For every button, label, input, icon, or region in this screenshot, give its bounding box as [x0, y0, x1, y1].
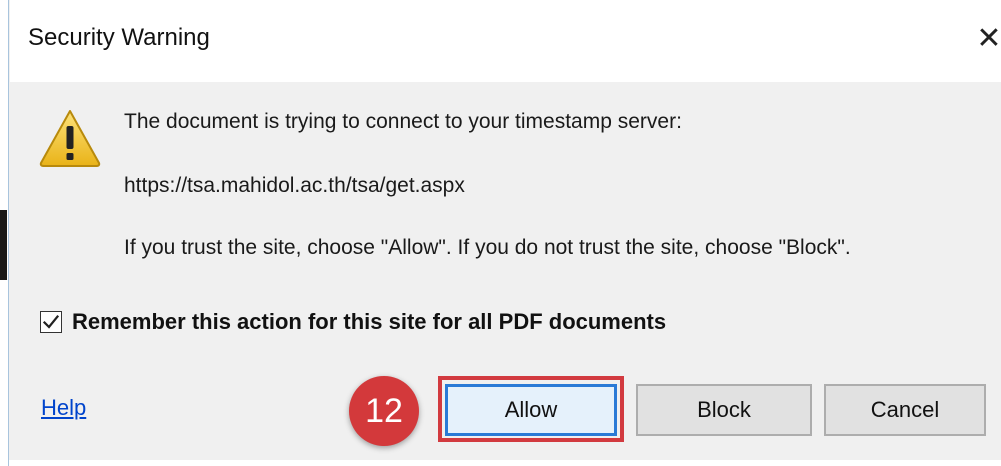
- allow-button[interactable]: Allow: [445, 384, 617, 436]
- dialog-titlebar: Security Warning ✕: [10, 0, 1001, 82]
- remember-checkbox[interactable]: [40, 311, 62, 333]
- background-window-mark: [0, 210, 7, 280]
- message-line: The document is trying to connect to you…: [124, 110, 682, 133]
- server-url: https://tsa.mahidol.ac.th/tsa/get.aspx: [124, 174, 465, 197]
- warning-triangle-icon: [39, 110, 101, 167]
- step-number-badge: 12: [349, 376, 419, 446]
- remember-label: Remember this action for this site for a…: [72, 309, 667, 334]
- block-button[interactable]: Block: [636, 384, 812, 436]
- trust-instructions: If you trust the site, choose "Allow". I…: [124, 236, 851, 259]
- help-link[interactable]: Help: [41, 395, 86, 421]
- background-bottom-edge: [9, 460, 1001, 466]
- remember-action-option[interactable]: Remember this action for this site for a…: [40, 305, 666, 339]
- cancel-button[interactable]: Cancel: [824, 384, 986, 436]
- dialog-title: Security Warning: [28, 24, 210, 51]
- close-icon[interactable]: ✕: [976, 22, 1001, 56]
- checkmark-icon: [42, 314, 60, 329]
